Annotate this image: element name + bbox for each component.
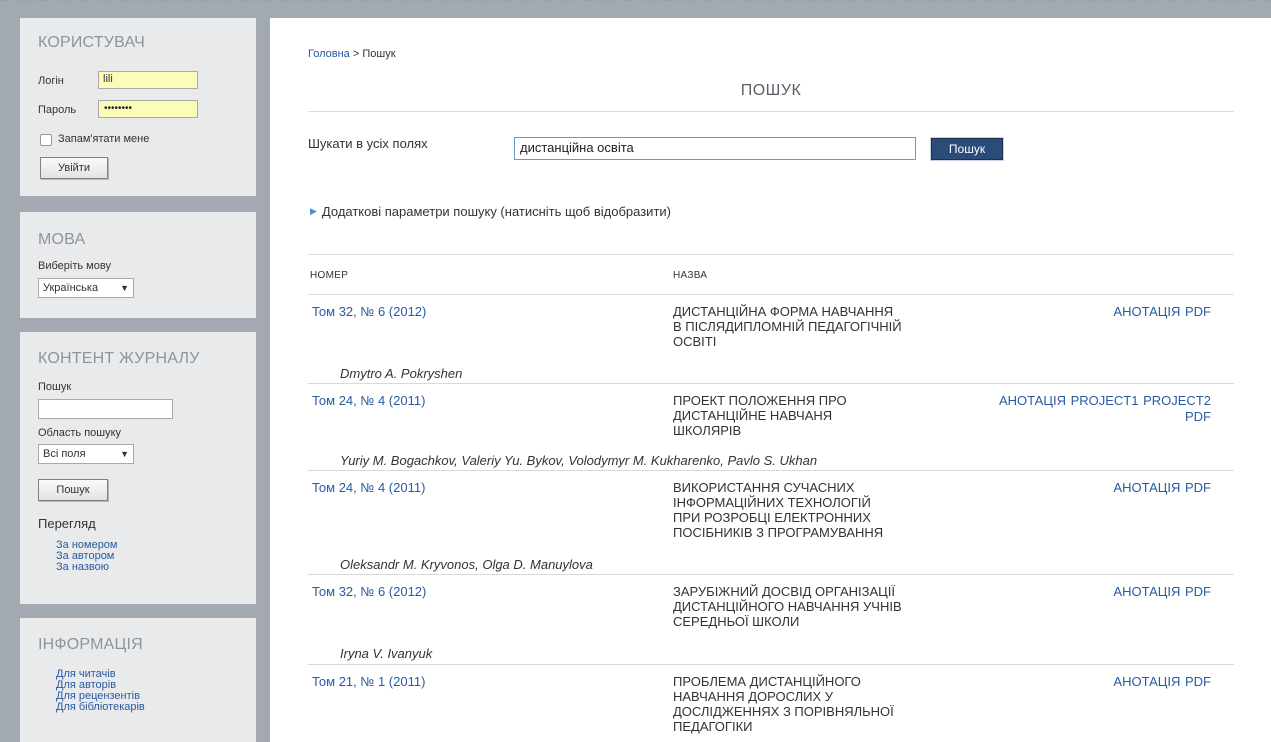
result-authors: Dmytro A. Pokryshen <box>340 366 463 381</box>
login-label: Логін <box>38 75 64 87</box>
result-title-line: ОСВІТІ <box>673 334 717 349</box>
result-issue-link[interactable]: Том 21, № 1 (2011) <box>312 674 425 689</box>
header-divider <box>308 294 1234 295</box>
advanced-search-toggle-label: Додаткові параметри пошуку (натисніть що… <box>321 204 671 219</box>
browse-label: Перегляд <box>38 516 96 531</box>
result-title: ВИКОРИСТАННЯ СУЧАСНИХ ІНФОРМАЦІЙНИХ ТЕХН… <box>673 480 963 540</box>
result-links-line[interactable]: АНОТАЦІЯ PDF <box>1113 584 1211 600</box>
result-links: АНОТАЦІЯ PDF <box>1113 304 1211 320</box>
result-authors: Oleksandr M. Kryvonos, Olga D. Manuylova <box>340 557 593 572</box>
chevron-down-icon: ▼ <box>120 283 129 293</box>
result-links-line[interactable]: PDF <box>999 409 1211 425</box>
information-block: ІНФОРМАЦІЯ Для читачів Для авторів Для р… <box>20 618 256 742</box>
result-links: АНОТАЦІЯ PDF <box>1113 674 1211 690</box>
login-input-value: lili <box>103 73 113 85</box>
breadcrumb-current: Пошук <box>362 48 396 60</box>
result-title-line: ПРОБЛЕМА ДИСТАНЦІЙНОГО <box>673 674 861 689</box>
login-button[interactable]: Увійти <box>40 157 108 179</box>
content-search-label: Пошук <box>38 381 72 393</box>
result-authors: Iryna V. Ivanyuk <box>340 646 433 661</box>
search-all-fields-input[interactable]: дистанційна освіта <box>514 137 916 160</box>
result-title-line: ЗАРУБІЖНИЙ ДОСВІД ОРГАНІЗАЦІЇ <box>673 584 895 599</box>
password-mask: •••••••• <box>104 103 133 114</box>
language-block-title: МОВА <box>38 231 86 248</box>
result-title: ДИСТАНЦІЙНА ФОРМА НАВЧАННЯ В ПІСЛЯДИПЛОМ… <box>673 304 963 349</box>
choose-language-label: Виберіть мову <box>38 260 111 272</box>
result-title-line: НАВЧАННЯ ДОРОСЛИХ У <box>673 689 834 704</box>
remember-label: Запам'ятати мене <box>58 133 150 145</box>
row-divider <box>308 383 1234 384</box>
password-label: Пароль <box>38 104 77 116</box>
content-search-input[interactable] <box>38 399 173 419</box>
login-input[interactable]: lili <box>98 71 198 89</box>
result-title-line: В ПІСЛЯДИПЛОМНІЙ ПЕДАГОГІЧНІЙ <box>673 319 902 334</box>
language-select-value: Українська <box>43 282 99 294</box>
result-title-line: СЕРЕДНЬОЇ ШКОЛИ <box>673 614 800 629</box>
search-button[interactable]: Пошук <box>931 138 1003 160</box>
result-title-line: ДОСЛІДЖЕННЯХ З ПОРІВНЯЛЬНОЇ <box>673 704 894 719</box>
breadcrumb-separator: > <box>349 48 363 60</box>
main-content: Головна > Пошук ПОШУК Шукати в усіх поля… <box>270 18 1271 742</box>
result-links-line[interactable]: АНОТАЦІЯ PDF <box>1113 480 1211 496</box>
result-title-line: ДИСТАНЦІЙНА ФОРМА НАВЧАННЯ <box>673 304 894 319</box>
result-title: ЗАРУБІЖНИЙ ДОСВІД ОРГАНІЗАЦІЇ ДИСТАНЦІЙН… <box>673 584 963 629</box>
journal-content-title: КОНТЕНТ ЖУРНАЛУ <box>38 350 200 367</box>
row-divider <box>308 470 1234 471</box>
user-block: КОРИСТУВАЧ Логін lili Пароль •••••••• За… <box>20 18 256 196</box>
result-title: ПРОЕКТ ПОЛОЖЕННЯ ПРО ДИСТАНЦІЙНЕ НАВЧАНЯ… <box>673 393 963 438</box>
language-block: МОВА Виберіть мову Українська ▼ <box>20 212 256 318</box>
user-block-title: КОРИСТУВАЧ <box>38 34 145 51</box>
remember-checkbox[interactable] <box>40 134 52 146</box>
result-links: АНОТАЦІЯ PDF <box>1113 584 1211 600</box>
result-authors: Yuriy M. Bogachkov, Valeriy Yu. Bykov, V… <box>340 453 818 468</box>
page-title: ПОШУК <box>740 82 802 99</box>
chevron-down-icon: ▼ <box>120 449 129 459</box>
info-librarians-link[interactable]: Для бібліотекарів <box>56 702 145 713</box>
result-issue-link[interactable]: Том 32, № 6 (2012) <box>312 584 426 599</box>
title-divider <box>308 111 1234 112</box>
result-issue-link[interactable]: Том 24, № 4 (2011) <box>312 393 425 408</box>
column-header-title: НАЗВА <box>673 270 708 281</box>
information-title: ІНФОРМАЦІЯ <box>38 636 143 653</box>
journal-content-block: КОНТЕНТ ЖУРНАЛУ Пошук Область пошуку Всі… <box>20 332 256 604</box>
result-title-line: ШКОЛЯРІВ <box>673 423 742 438</box>
language-select[interactable]: Українська ▼ <box>38 278 134 298</box>
result-title-line: ВИКОРИСТАННЯ СУЧАСНИХ <box>673 480 855 495</box>
result-issue-link[interactable]: Том 24, № 4 (2011) <box>312 480 425 495</box>
breadcrumb-home-link[interactable]: Головна <box>308 48 350 60</box>
result-links: АНОТАЦІЯ PROJECT1 PROJECT2 PDF <box>999 393 1211 425</box>
result-title-line: ІНФОРМАЦІЙНИХ ТЕХНОЛОГІЙ <box>673 495 871 510</box>
browse-by-title-link[interactable]: За назвою <box>56 562 109 573</box>
sidebar: КОРИСТУВАЧ Логін lili Пароль •••••••• За… <box>0 0 270 742</box>
search-all-fields-label: Шукати в усіх полях <box>308 136 428 151</box>
results-top-divider <box>308 254 1234 255</box>
row-divider <box>308 664 1234 665</box>
search-scope-value: Всі поля <box>43 448 86 460</box>
result-title-line: ПЕДАГОГІКИ <box>673 719 753 734</box>
content-search-button[interactable]: Пошук <box>38 479 108 501</box>
password-input[interactable]: •••••••• <box>98 100 198 118</box>
column-header-issue: НОМЕР <box>310 270 349 281</box>
result-issue-link[interactable]: Том 32, № 6 (2012) <box>312 304 426 319</box>
advanced-search-toggle[interactable]: ▶ Додаткові параметри пошуку (натисніть … <box>310 204 671 219</box>
row-divider <box>308 574 1234 575</box>
search-scope-select[interactable]: Всі поля ▼ <box>38 444 134 464</box>
result-title: ПРОБЛЕМА ДИСТАНЦІЙНОГО НАВЧАННЯ ДОРОСЛИХ… <box>673 674 963 734</box>
breadcrumb: Головна > Пошук <box>308 48 396 60</box>
result-links-line[interactable]: АНОТАЦІЯ PDF <box>1113 304 1211 320</box>
result-links-line[interactable]: АНОТАЦІЯ PDF <box>1113 674 1211 690</box>
search-input-value: дистанційна освіта <box>520 140 634 155</box>
search-scope-label: Область пошуку <box>38 427 122 439</box>
result-links-line[interactable]: АНОТАЦІЯ PROJECT1 PROJECT2 <box>999 393 1211 409</box>
result-title-line: ДИСТАНЦІЙНОГО НАВЧАННЯ УЧНІВ <box>673 599 902 614</box>
result-title-line: ПОСІБНИКІВ З ПРОГРАМУВАННЯ <box>673 525 884 540</box>
result-title-line: ПРОЕКТ ПОЛОЖЕННЯ ПРО <box>673 393 847 408</box>
triangle-right-icon: ▶ <box>310 206 317 216</box>
result-links: АНОТАЦІЯ PDF <box>1113 480 1211 496</box>
result-title-line: ПРИ РОЗРОБЦІ ЕЛЕКТРОННИХ <box>673 510 871 525</box>
result-title-line: ДИСТАНЦІЙНЕ НАВЧАНЯ <box>673 408 833 423</box>
